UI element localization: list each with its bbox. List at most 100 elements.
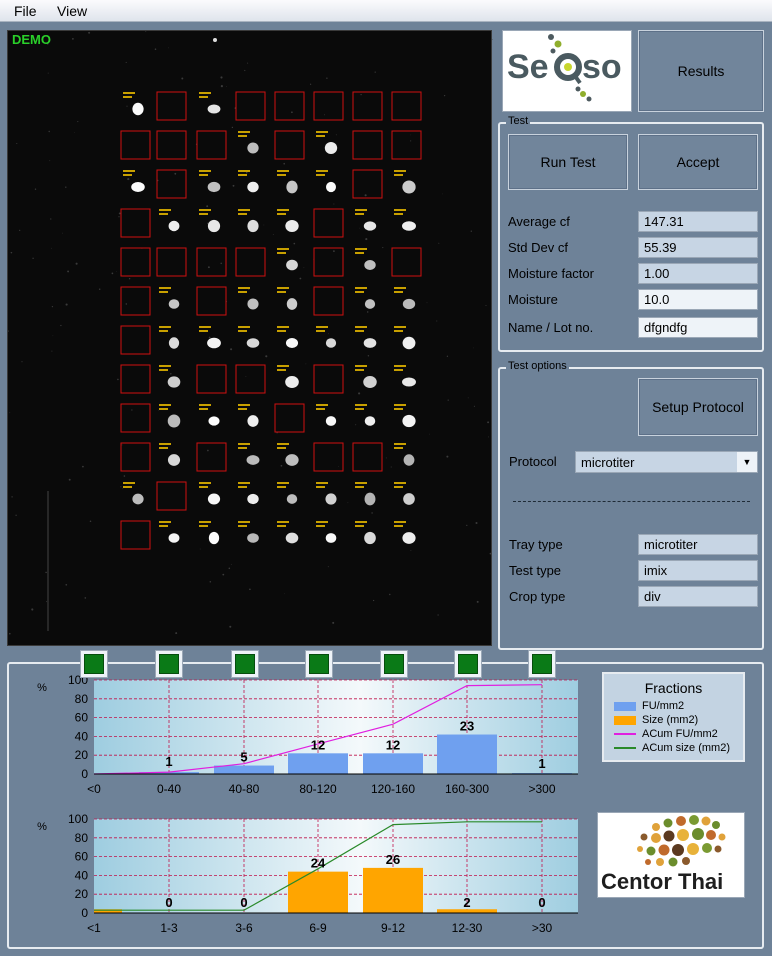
- seed-label: [199, 404, 211, 406]
- seed-label: [277, 482, 289, 484]
- seed: [247, 415, 259, 427]
- std-dev-cf-field[interactable]: 55.39: [638, 237, 758, 258]
- seed: [325, 338, 337, 348]
- seed-label: [277, 521, 289, 523]
- fraction-toggle-5[interactable]: [380, 650, 408, 678]
- seed: [402, 336, 416, 350]
- seed-label: [394, 369, 403, 371]
- fraction-toggle-2[interactable]: [155, 650, 183, 678]
- seed-label: [316, 326, 328, 328]
- seed-label: [199, 521, 211, 523]
- empty-well: [352, 442, 383, 472]
- svg-text:so: so: [582, 48, 622, 86]
- seed-label: [394, 521, 406, 523]
- fraction-toggle-1[interactable]: [80, 650, 108, 678]
- svg-text:Se: Se: [507, 48, 549, 86]
- seed-label: [238, 291, 247, 293]
- seed: [363, 338, 377, 348]
- average-cf-field[interactable]: 147.31: [638, 211, 758, 232]
- seed-label: [199, 486, 208, 488]
- fraction-toggle-4[interactable]: [305, 650, 333, 678]
- seed-label: [316, 404, 328, 406]
- seed-label: [277, 291, 286, 293]
- seed-label: [123, 170, 135, 172]
- seed: [402, 298, 416, 310]
- seed-label: [277, 252, 286, 254]
- crop-type-field[interactable]: div: [638, 586, 758, 607]
- empty-well: [352, 130, 383, 160]
- empty-well: [120, 286, 151, 316]
- centor-thai-wordmark: Centor Thai: [601, 869, 723, 894]
- empty-well: [196, 442, 227, 472]
- seed-label: [238, 213, 247, 215]
- fraction-toggle-6[interactable]: [454, 650, 482, 678]
- seed-label: [199, 408, 208, 410]
- seed-label: [159, 330, 168, 332]
- chart-legend: Fractions FU/mm2 Size (mm2) ACum FU/mm2 …: [602, 672, 745, 762]
- menu-view[interactable]: View: [57, 3, 87, 19]
- test-type-field[interactable]: imix: [638, 560, 758, 581]
- seed-tray-image: [8, 31, 493, 635]
- chevron-down-icon[interactable]: ▼: [737, 452, 757, 472]
- seqso-logo-mark: Se so: [507, 34, 622, 102]
- seed-label: [355, 330, 364, 332]
- empty-well: [391, 247, 422, 277]
- seed-label: [394, 291, 403, 293]
- seed: [167, 454, 181, 466]
- seed-label: [123, 482, 135, 484]
- seed: [167, 376, 181, 388]
- seed-label: [277, 213, 286, 215]
- empty-well: [156, 481, 187, 511]
- seed: [247, 298, 259, 310]
- legend-item-size: Size (mm2): [614, 714, 698, 726]
- seed: [402, 377, 416, 387]
- moisture-factor-field[interactable]: 1.00: [638, 263, 758, 284]
- seed-label: [159, 365, 171, 367]
- seed-label: [123, 486, 132, 488]
- run-test-button[interactable]: Run Test: [508, 134, 628, 190]
- seed-label: [355, 248, 367, 250]
- separator-line: [513, 501, 750, 502]
- seed: [247, 219, 259, 233]
- accept-button[interactable]: Accept: [638, 134, 758, 190]
- setup-protocol-button[interactable]: Setup Protocol: [638, 378, 758, 436]
- fraction-toggle-3[interactable]: [231, 650, 259, 678]
- centor-thai-logo: Centor Thai: [597, 812, 745, 898]
- seed: [207, 104, 221, 114]
- seed: [208, 416, 220, 426]
- seed-label: [123, 96, 132, 98]
- protocol-select[interactable]: microtiter ▼: [575, 451, 758, 473]
- seed: [403, 454, 415, 466]
- seed-label: [238, 443, 250, 445]
- seed-label: [238, 521, 250, 523]
- seed: [247, 142, 259, 154]
- seed-label: [277, 326, 289, 328]
- empty-well: [196, 247, 227, 277]
- seed: [285, 454, 299, 466]
- seed: [402, 532, 416, 544]
- seed-label: [238, 287, 250, 289]
- menu-bar: File View: [0, 0, 772, 22]
- seed: [286, 494, 298, 504]
- seed-label: [277, 209, 289, 211]
- empty-well: [120, 364, 151, 394]
- seed-label: [238, 525, 247, 527]
- legend-item-acum-fu: ACum FU/mm2: [614, 728, 718, 740]
- empty-well: [196, 286, 227, 316]
- menu-file[interactable]: File: [14, 3, 37, 19]
- tray-type-field[interactable]: microtiter: [638, 534, 758, 555]
- seed: [285, 338, 299, 348]
- results-button[interactable]: Results: [638, 30, 764, 112]
- empty-well: [235, 247, 266, 277]
- seed: [247, 493, 259, 505]
- moisture-field[interactable]: 10.0: [638, 289, 758, 310]
- empty-well: [313, 91, 344, 121]
- seed-label: [238, 330, 247, 332]
- seed-label: [355, 365, 367, 367]
- empty-well: [274, 130, 305, 160]
- seed-label: [199, 209, 211, 211]
- seqso-logo: Se so: [502, 30, 632, 112]
- name-lot-field[interactable]: dfgndfg: [638, 317, 758, 338]
- fraction-toggle-7[interactable]: [528, 650, 556, 678]
- seed-label: [199, 213, 208, 215]
